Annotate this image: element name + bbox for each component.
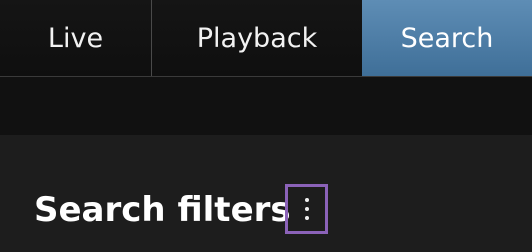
more-dot (304, 198, 309, 202)
main-tab-bar: Live Playback Search (0, 0, 532, 77)
tab-playback[interactable]: Playback (152, 0, 362, 76)
more-vertical-icon (304, 198, 309, 220)
more-dot (304, 207, 309, 211)
toolbar-area (0, 77, 532, 135)
tab-live[interactable]: Live (0, 0, 152, 76)
search-filters-title: Search filters (34, 190, 291, 230)
more-dot (304, 216, 309, 220)
tab-search[interactable]: Search (362, 0, 532, 76)
search-filters-more-button[interactable] (285, 184, 328, 234)
app-window: Live Playback Search Search filters (0, 0, 532, 252)
